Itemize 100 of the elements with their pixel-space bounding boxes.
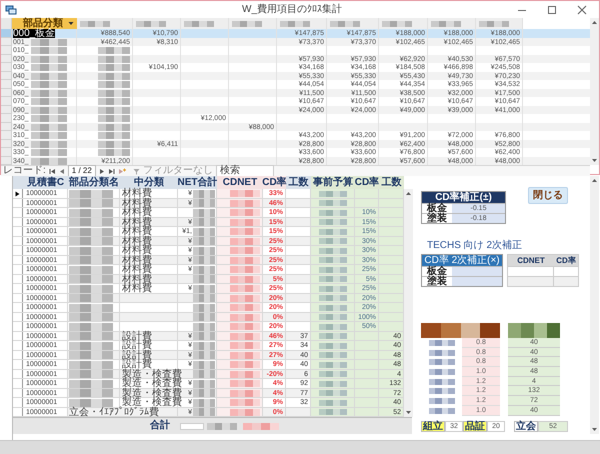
- redacted-block: [243, 422, 279, 430]
- table-cell: 000_板金: [13, 28, 56, 38]
- redacted-block: [98, 81, 130, 88]
- redacted-block: [98, 124, 130, 130]
- redacted-block: [230, 228, 260, 235]
- redacted-block: [98, 132, 130, 139]
- search-field[interactable]: 検索: [216, 165, 274, 177]
- last-record-icon[interactable]: [108, 168, 115, 174]
- table-cell: 材料費: [120, 189, 178, 198]
- total-label: 品証: [463, 420, 487, 432]
- total-label: 立会: [514, 420, 538, 432]
- redacted-block: [428, 350, 454, 356]
- redacted-block: [30, 140, 67, 148]
- table-cell: 材料費: [120, 208, 178, 217]
- table-cell: 設計費: [120, 351, 178, 359]
- redacted-block: [230, 323, 260, 330]
- column-header[interactable]: [77, 18, 133, 29]
- redacted-block: [30, 132, 67, 139]
- redacted-block: [184, 20, 214, 26]
- vertical-scrollbar[interactable]: [404, 189, 413, 417]
- redacted-block: [230, 266, 260, 273]
- redacted-block: [230, 200, 260, 206]
- redacted-block: [30, 98, 67, 105]
- input-field[interactable]: [452, 277, 502, 286]
- dropdown-arrow-icon: [68, 21, 74, 26]
- column-header: CD率: [354, 178, 380, 188]
- redacted-block: [30, 106, 67, 114]
- redacted-block: [230, 390, 260, 396]
- filter-status: フィルターなし: [142, 166, 213, 176]
- redacted-block: [230, 342, 260, 349]
- redacted-block: [280, 20, 310, 26]
- column-header[interactable]: [229, 18, 277, 29]
- total-field: [180, 422, 204, 430]
- redacted-block: [30, 115, 67, 122]
- redacted-block: [80, 20, 110, 26]
- redacted-block: [207, 422, 237, 430]
- redacted-block: [30, 72, 67, 80]
- column-header[interactable]: [181, 18, 229, 29]
- redacted-block: [136, 20, 166, 26]
- redacted-block: [30, 56, 67, 62]
- table-cell: 材料費: [120, 246, 178, 255]
- column-header[interactable]: [133, 18, 181, 29]
- table-cell: 材料費: [120, 199, 178, 207]
- redacted-block: [230, 218, 260, 226]
- table-cell: 設計費: [120, 341, 178, 350]
- table-cell: 材料費: [120, 265, 178, 274]
- redacted-block: [230, 332, 260, 340]
- redacted-block: [30, 81, 67, 88]
- redacted-block: [428, 359, 454, 366]
- table-cell: 設計費: [120, 332, 178, 340]
- column-header: 工数: [288, 178, 308, 188]
- record-number-field[interactable]: 1 / 22: [68, 165, 96, 177]
- column-header[interactable]: 部品分類: [12, 18, 77, 29]
- vertical-scrollbar[interactable]: [590, 176, 599, 434]
- redacted-block: [382, 20, 412, 26]
- redacted-block: [428, 408, 454, 414]
- column-header[interactable]: [428, 18, 476, 29]
- redacted-block: [479, 20, 509, 26]
- redacted-block: [431, 20, 461, 26]
- form-icon: [5, 4, 17, 14]
- redacted-block: [30, 90, 67, 96]
- redacted-block: [230, 352, 260, 358]
- total-label: 合計: [150, 421, 171, 431]
- vertical-scrollbar[interactable]: [590, 18, 599, 165]
- current-record-icon: [15, 190, 20, 196]
- redacted-block: [230, 285, 260, 292]
- redacted-block: [98, 72, 130, 80]
- redacted-block: [98, 106, 130, 114]
- redacted-block: [98, 64, 130, 71]
- redacted-block: [98, 149, 130, 156]
- redacted-block: [230, 247, 260, 254]
- next-record-icon[interactable]: [98, 168, 105, 174]
- redacted-block: [428, 368, 454, 375]
- column-header: 事前予算: [313, 178, 353, 188]
- table-header: CD率補正(±): [422, 192, 505, 203]
- redacted-block: [230, 399, 260, 406]
- redacted-block: [230, 294, 260, 302]
- redacted-block: [428, 398, 454, 404]
- previous-record-icon[interactable]: [58, 168, 65, 174]
- total-label: 組立: [421, 420, 445, 432]
- column-header: 中分類: [134, 178, 164, 188]
- column-header[interactable]: [379, 18, 428, 29]
- table-cell: 立会・ｲｴｱﾌﾟﾛｸﾞﾗﾑ費: [68, 408, 178, 416]
- redacted-block: [30, 64, 67, 71]
- input-field[interactable]: [452, 267, 502, 276]
- column-header[interactable]: [277, 18, 327, 29]
- column-header: 工数: [382, 178, 402, 188]
- redacted-block: [98, 98, 130, 105]
- first-record-icon[interactable]: [48, 168, 56, 174]
- table-cell: 材料費: [120, 275, 178, 283]
- column-header: 部品分類名: [69, 178, 119, 188]
- redacted-block: [30, 124, 67, 130]
- redacted-block: [428, 388, 454, 394]
- redacted-block: [30, 149, 67, 156]
- record-selector[interactable]: [13, 189, 23, 198]
- redacted-block: [230, 209, 260, 216]
- column-header[interactable]: [327, 18, 379, 29]
- table-cell: 材料費: [120, 237, 178, 245]
- close-button[interactable]: 閉じる: [528, 187, 568, 204]
- table-cell: 材料費: [120, 256, 178, 264]
